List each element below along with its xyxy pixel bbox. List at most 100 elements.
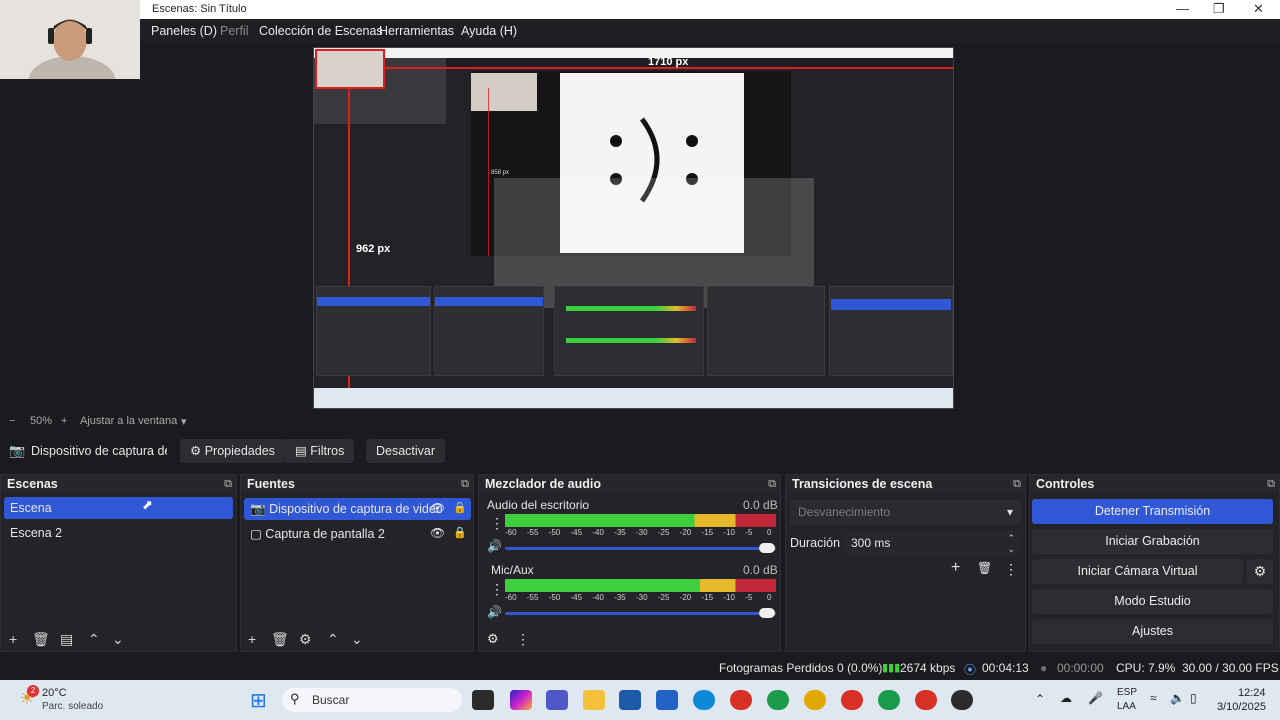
gear-icon[interactable]: ⚙: [1247, 559, 1273, 584]
channel-name-desktop: Audio del escritorio: [487, 498, 590, 512]
kebab-menu-icon[interactable]: ⋮: [1004, 561, 1018, 578]
chevron-up-icon[interactable]: ⌃: [327, 631, 339, 648]
volume-slider-desktop[interactable]: [505, 547, 776, 550]
store-icon[interactable]: [619, 690, 641, 710]
clock-date[interactable]: 3/10/2025: [1217, 701, 1266, 713]
cloud-icon[interactable]: ☁: [1060, 691, 1072, 705]
add-icon[interactable]: +: [951, 559, 960, 577]
meter-tick-label: -50: [548, 528, 561, 537]
camera-icon: 📷: [9, 443, 26, 458]
studio-mode-button[interactable]: Modo Estudio: [1032, 589, 1273, 614]
edge-icon[interactable]: [693, 690, 715, 710]
filters-label: Filtros: [310, 444, 345, 458]
nested-webcam[interactable]: [315, 49, 385, 89]
zoom-out-button[interactable]: −: [9, 415, 15, 427]
meter-tick-label: -30: [636, 528, 648, 537]
eye-icon[interactable]: 👁: [430, 501, 445, 515]
meter-tick-label: -60: [505, 528, 517, 537]
volume-slider-mic[interactable]: [505, 612, 776, 615]
duration-input[interactable]: 300 ms ⌃ ⌄: [844, 531, 1021, 555]
meter-tick-label: -15: [701, 528, 714, 537]
chevron-up-icon[interactable]: ⌃: [88, 631, 100, 648]
kebab-menu-icon[interactable]: ⋮: [490, 515, 504, 532]
battery-icon[interactable]: ▯: [1190, 691, 1197, 705]
scene-item-escena-2[interactable]: Escena 2: [4, 522, 233, 544]
wifi-icon[interactable]: ≈: [1150, 691, 1157, 705]
editor-icon[interactable]: [656, 690, 678, 710]
settings-button[interactable]: Ajustes: [1032, 619, 1273, 644]
add-icon[interactable]: +: [9, 631, 17, 647]
maximize-icon[interactable]: ❐: [1213, 1, 1225, 17]
chrome-icon[interactable]: [767, 690, 789, 710]
add-icon[interactable]: +: [248, 631, 256, 647]
menu-item-ayuda[interactable]: Ayuda (H): [461, 24, 517, 38]
menu-item-perfil[interactable]: Perfil: [220, 24, 248, 38]
folder-icon[interactable]: [583, 690, 605, 710]
meter-tick-label: -5: [745, 528, 753, 537]
clock-time[interactable]: 12:24: [1238, 687, 1266, 699]
weather-desc: Parc. soleado: [42, 701, 104, 712]
taskbar-search[interactable]: ⚲ Buscar: [282, 688, 462, 712]
chrome-icon[interactable]: [841, 690, 863, 710]
windows-start-icon[interactable]: ⊞: [250, 688, 267, 713]
language-top[interactable]: ESP: [1117, 687, 1137, 698]
meter-tick-label: -15: [701, 593, 714, 602]
search-placeholder: Buscar: [312, 693, 350, 707]
popout-icon[interactable]: ⧉: [224, 475, 232, 493]
camera-icon: 📷: [250, 502, 266, 516]
chrome-icon[interactable]: [730, 690, 752, 710]
close-icon[interactable]: ✕: [1253, 1, 1264, 17]
kebab-menu-icon[interactable]: ⋮: [490, 581, 504, 598]
microphone-icon[interactable]: 🎤: [1088, 691, 1103, 705]
filters-button[interactable]: ▤ Filtros: [285, 439, 355, 463]
deactivate-button[interactable]: Desactivar: [366, 439, 446, 463]
volume-icon[interactable]: 🔈: [1170, 691, 1185, 705]
file-icon[interactable]: [472, 690, 494, 710]
fit-window-label[interactable]: Ajustar a la ventana: [80, 415, 177, 427]
popout-icon[interactable]: ⧉: [1267, 475, 1275, 493]
trash-icon[interactable]: 🗑: [271, 631, 289, 648]
menu-item-herramientas[interactable]: Herramientas: [379, 24, 454, 38]
chevron-up-icon[interactable]: ⌃: [1035, 692, 1045, 706]
stop-stream-button[interactable]: Detener Transmisión: [1032, 499, 1273, 524]
virtual-camera-button[interactable]: Iniciar Cámara Virtual: [1032, 559, 1243, 584]
chrome-icon[interactable]: [804, 690, 826, 710]
filter-icon[interactable]: ▤: [60, 631, 73, 648]
chevron-down-icon[interactable]: ▾: [181, 415, 187, 428]
popout-icon[interactable]: ⧉: [1013, 475, 1021, 493]
speaker-icon[interactable]: 🔊: [487, 605, 502, 619]
chevron-down-icon[interactable]: ⌄: [351, 631, 363, 648]
properties-button[interactable]: ⚙ Propiedades: [180, 439, 285, 463]
obs-icon[interactable]: [951, 690, 973, 710]
transition-type: Desvanecimiento: [798, 505, 891, 519]
chrome-icon[interactable]: [878, 690, 900, 710]
transition-select[interactable]: Desvanecimiento ▾: [790, 500, 1021, 525]
start-recording-button[interactable]: Iniciar Grabación: [1032, 529, 1273, 554]
volume-slider-handle[interactable]: [759, 543, 775, 553]
lock-icon[interactable]: 🔒: [453, 526, 467, 539]
zoom-in-button[interactable]: +: [61, 415, 67, 427]
eye-icon[interactable]: 👁: [430, 526, 445, 540]
teams-icon[interactable]: [546, 690, 568, 710]
gear-icon[interactable]: ⚙: [299, 631, 312, 648]
menu-item-coleccion[interactable]: Colección de Escenas: [259, 24, 383, 38]
speaker-icon[interactable]: 🔊: [487, 539, 502, 553]
copilot-icon[interactable]: [510, 690, 532, 710]
minimize-icon[interactable]: —: [1176, 1, 1189, 16]
scene-item-escena[interactable]: Escena: [4, 497, 233, 519]
volume-slider-handle[interactable]: [759, 608, 775, 618]
kebab-menu-icon[interactable]: ⋮: [516, 631, 530, 648]
menu-item-paneles[interactable]: Paneles (D): [151, 24, 217, 38]
chrome-icon[interactable]: [915, 690, 937, 710]
trash-icon[interactable]: 🗑: [977, 561, 992, 575]
language-bottom[interactable]: LAA: [1117, 701, 1136, 712]
popout-icon[interactable]: ⧉: [461, 475, 469, 493]
chevron-down-icon[interactable]: ⌄: [112, 631, 124, 648]
preview-canvas[interactable]: 1710 px 962 px 858 px: [313, 47, 954, 409]
chevron-down-icon[interactable]: ⌄: [1007, 537, 1015, 561]
popout-icon[interactable]: ⧉: [768, 475, 776, 493]
lock-icon[interactable]: 🔒: [453, 501, 467, 514]
dropped-frames: Fotogramas Perdidos 0 (0.0%): [719, 661, 883, 675]
trash-icon[interactable]: 🗑: [32, 631, 50, 648]
advanced-audio-icon[interactable]: ⚙: [487, 631, 499, 647]
